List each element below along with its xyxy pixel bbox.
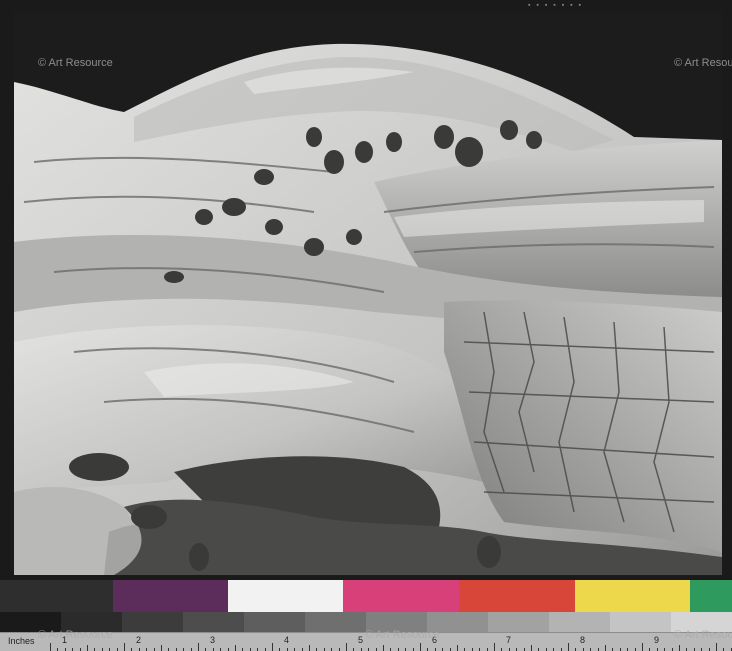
swatch-magenta [343,580,459,612]
gray-step [244,612,305,632]
ruler-tick [605,645,606,651]
ruler-number: 3 [210,635,216,645]
granite-dome-image [14,12,722,575]
ruler-number: 5 [358,635,364,645]
swatch-green [690,580,732,612]
gray-step [305,612,366,632]
ruler-tick [679,645,680,651]
swatch-white [228,580,343,612]
gray-step [488,612,549,632]
gray-step [122,612,183,632]
gray-step [549,612,610,632]
watermark-top-right: © Art Resource [674,57,732,69]
ruler-number: 8 [580,635,586,645]
color-calibration-bar [0,580,732,612]
ruler-tick [235,645,236,651]
ruler-number: 2 [136,635,142,645]
swatch-red [459,580,575,612]
swatch-yellow [575,580,690,612]
ruler-number: 7 [506,635,512,645]
ruler-tick [531,645,532,651]
ruler-number: 4 [284,635,290,645]
ruler-number: 9 [654,635,660,645]
watermark-top-left: © Art Resource [38,57,113,69]
ruler-tick [383,645,384,651]
ruler-tick [309,645,310,651]
swatch-black [0,580,113,612]
gray-step [610,612,671,632]
ruler-tick [87,645,88,651]
swatch-purple [113,580,228,612]
watermark-bottom-center: © Art Resource [365,629,440,641]
ruler-label: Inches [8,636,35,646]
ruler-tick [457,645,458,651]
mountain-photograph [14,12,722,575]
watermark-bottom-right: © Art Resource [674,629,732,641]
gray-step [183,612,244,632]
film-edge-marks: ▪ ▪ ▪ ▪ ▪ ▪ ▪ [528,2,584,9]
watermark-bottom-left: © Art Resource [38,629,113,641]
ruler-tick [161,645,162,651]
